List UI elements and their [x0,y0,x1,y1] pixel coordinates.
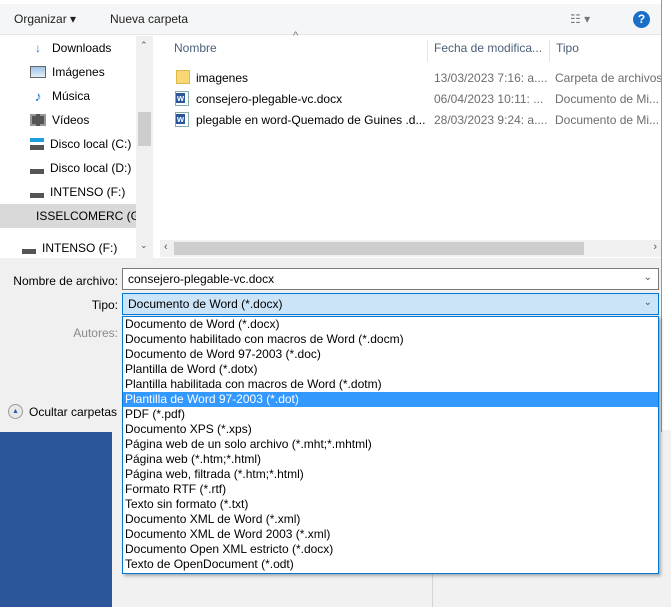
type-dropdown-list: Documento de Word (*.docx) Documento habi… [122,316,659,574]
file-name: consejero-plegable-vc.docx [196,92,343,106]
column-type[interactable]: Tipo [550,40,661,62]
horizontal-scrollbar[interactable]: ‹ › [160,240,661,257]
type-option[interactable]: Página web de un solo archivo (*.mht;*.m… [123,437,658,452]
usb-drive-icon [30,186,44,198]
help-icon[interactable]: ? [633,11,650,28]
type-option[interactable]: Texto de OpenDocument (*.odt) [123,557,658,572]
file-row[interactable]: w consejero-plegable-vc.docx 06/04/2023 … [160,88,661,109]
organize-button[interactable]: Organizar ▾ [14,12,76,26]
word-doc-icon: w [175,112,189,127]
nav-label: INTENSO (F:) [42,241,118,255]
hide-folders-label: Ocultar carpetas [29,404,118,419]
usb-drive-icon [22,242,36,254]
type-option[interactable]: Página web (*.htm;*.html) [123,452,658,467]
chevron-down-icon[interactable]: ⌄ [644,272,652,283]
pictures-icon [30,66,46,78]
scroll-left-icon[interactable]: ‹ [164,241,168,253]
drive-icon [30,162,44,174]
type-option[interactable]: Plantilla de Word 97-2003 (*.dot) [123,392,658,407]
type-option[interactable]: Documento de Word 97-2003 (*.doc) [123,347,658,362]
file-row[interactable]: imagenes 13/03/2023 7:16: a.... Carpeta … [160,67,661,88]
filename-value: consejero-plegable-vc.docx [128,272,275,286]
file-list: ^ Nombre Fecha de modifica... Tipo image… [160,30,661,240]
type-option[interactable]: PDF (*.pdf) [123,407,658,422]
type-option[interactable]: Formato RTF (*.rtf) [123,482,658,497]
word-doc-icon: w [175,91,189,106]
nav-label: INTENSO (F:) [50,185,126,199]
collapse-up-icon: ▲ [8,404,23,419]
toolbar: Organizar ▾ Nueva carpeta ☷ ▾ ? [0,4,661,35]
chevron-down-icon[interactable]: ⌄ [644,297,652,308]
file-type: Documento de Mi... [555,92,660,106]
column-name[interactable]: Nombre [160,40,428,62]
scrollbar-thumb[interactable] [138,112,151,146]
nav-label: Vídeos [52,113,90,127]
scroll-right-icon[interactable]: › [653,241,657,253]
nav-item-drive-f-2[interactable]: INTENSO (F:) [22,236,117,258]
nav-item-drive-c[interactable]: Disco local (C:) [30,132,131,156]
nav-scrollbar[interactable]: ⌃ ⌄ [136,36,153,258]
music-note-icon: ♪ [34,88,42,104]
type-option[interactable]: Texto sin formato (*.txt) [123,497,658,512]
nav-item-pictures[interactable]: Imágenes [30,60,105,84]
filename-input[interactable]: consejero-plegable-vc.docx ⌄ [122,268,659,290]
hide-folders-button[interactable]: ▲ Ocultar carpetas [8,404,117,419]
nav-label: Disco local (D:) [50,161,132,175]
nav-label: ISSELCOMERC (G:) [36,209,136,223]
file-date: 13/03/2023 7:16: a.... [434,71,548,85]
backstage-sidebar [0,430,112,607]
drive-windows-icon [30,138,44,150]
type-option[interactable]: Documento de Word (*.docx) [123,317,658,332]
folder-icon [176,70,190,84]
type-value: Documento de Word (*.docx) [128,297,283,311]
view-details-icon[interactable]: ☷ ▾ [570,12,590,26]
type-option[interactable]: Documento habilitado con macros de Word … [123,332,658,347]
scroll-down-icon[interactable]: ⌄ [140,240,148,251]
file-type: Documento de Mi... [555,113,660,127]
nav-label: Música [52,89,91,103]
filename-label: Nombre de archivo: [13,274,118,288]
authors-label: Autores: [73,326,118,340]
type-option[interactable]: Plantilla habilitada con macros de Word … [123,377,658,392]
type-option[interactable]: Documento XML de Word 2003 (*.xml) [123,527,658,542]
scrollbar-thumb[interactable] [174,242,584,255]
nav-item-drive-g[interactable]: ISSELCOMERC (G:) [0,204,136,228]
background-window [662,0,671,430]
nav-item-downloads[interactable]: ↓ Downloads [30,36,111,60]
type-option[interactable]: Plantilla de Word (*.dotx) [123,362,658,377]
file-name: imagenes [196,71,249,85]
type-select[interactable]: Documento de Word (*.docx) ⌄ [122,293,659,315]
file-date: 06/04/2023 10:11: ... [434,92,544,106]
file-type: Carpeta de archivos [555,71,661,85]
scroll-up-icon[interactable]: ⌃ [140,40,148,51]
type-option[interactable]: Documento XML de Word (*.xml) [123,512,658,527]
nav-item-drive-d[interactable]: Disco local (D:) [30,156,131,180]
new-folder-button[interactable]: Nueva carpeta [110,12,188,26]
download-arrow-icon: ↓ [35,41,41,55]
navigation-pane: ↓ Downloads Imágenes ♪ Música Vídeos Disco… [0,36,136,258]
nav-item-music[interactable]: ♪ Música [30,84,91,108]
video-icon [30,114,46,126]
file-row[interactable]: w plegable en word-Quemado de Guines .d.… [160,109,661,130]
nav-item-drive-f[interactable]: INTENSO (F:) [30,180,125,204]
nav-label: Downloads [52,41,112,55]
nav-item-videos[interactable]: Vídeos [30,108,89,132]
type-option[interactable]: Documento XPS (*.xps) [123,422,658,437]
type-option[interactable]: Página web, filtrada (*.htm;*.html) [123,467,658,482]
nav-label: Imágenes [52,65,105,79]
type-option[interactable]: Documento Open XML estricto (*.docx) [123,542,658,557]
file-date: 28/03/2023 9:24: a.... [434,113,548,127]
column-date[interactable]: Fecha de modifica... [428,40,550,62]
nav-label: Disco local (C:) [50,137,132,151]
file-name: plegable en word-Quemado de Guines .d... [196,113,426,127]
type-label: Tipo: [91,298,118,312]
